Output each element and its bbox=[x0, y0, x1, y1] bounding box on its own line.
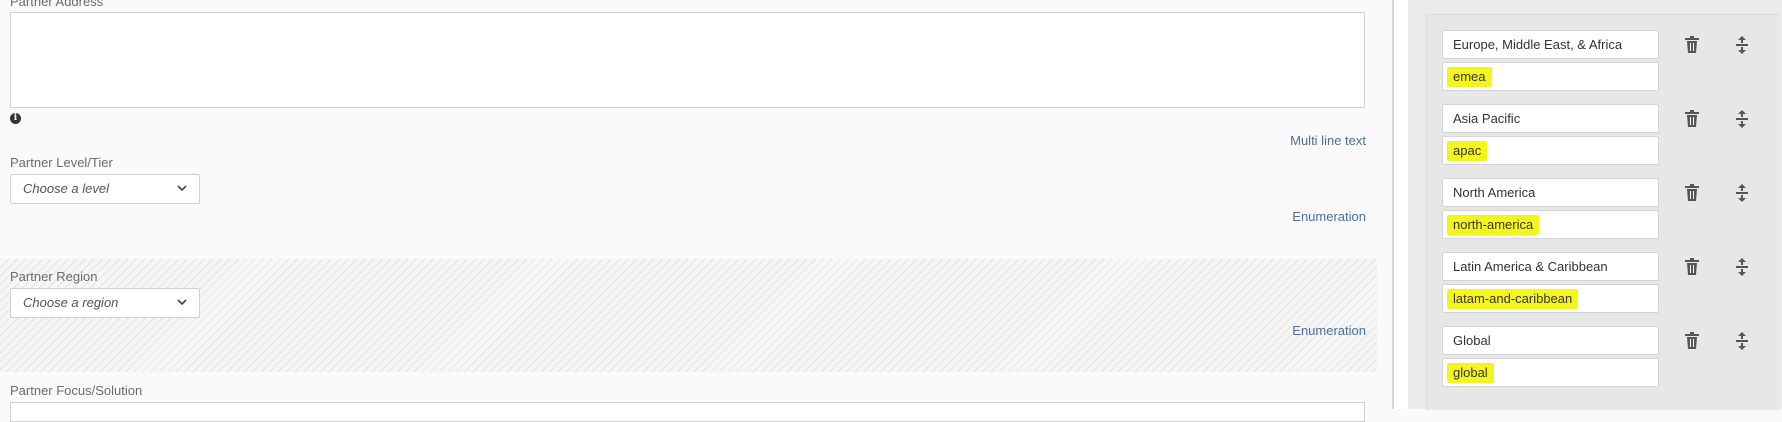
option-value-input[interactable]: north-america bbox=[1442, 210, 1659, 239]
drag-handle-icon[interactable] bbox=[1735, 257, 1749, 277]
region-label: Partner Region bbox=[10, 269, 98, 284]
option-name-input[interactable]: North America bbox=[1442, 178, 1659, 207]
focus-label: Partner Focus/Solution bbox=[10, 383, 143, 398]
option-value-text: emea bbox=[1447, 67, 1492, 87]
address-textarea[interactable] bbox=[10, 12, 1365, 108]
level-label: Partner Level/Tier bbox=[10, 155, 113, 170]
region-field-drag-area[interactable] bbox=[0, 259, 1377, 372]
option-name-text: Global bbox=[1453, 333, 1491, 348]
trash-icon[interactable] bbox=[1684, 110, 1700, 128]
region-select[interactable]: Choose a region bbox=[10, 288, 200, 318]
option-name-text: North America bbox=[1453, 185, 1536, 200]
option-value-text: global bbox=[1447, 363, 1494, 383]
option-value-text: apac bbox=[1447, 141, 1488, 161]
level-type-link[interactable]: Enumeration bbox=[1292, 209, 1366, 224]
address-label: Partner Address bbox=[10, 0, 104, 9]
option-value-input[interactable]: latam-and-caribbean bbox=[1442, 284, 1659, 313]
level-select-placeholder: Choose a level bbox=[23, 181, 109, 196]
trash-icon[interactable] bbox=[1684, 184, 1700, 202]
option-name-input[interactable]: Latin America & Caribbean bbox=[1442, 252, 1659, 281]
option-name-input[interactable]: Europe, Middle East, & Africa bbox=[1442, 30, 1659, 59]
address-type-link[interactable]: Multi line text bbox=[1290, 133, 1366, 148]
chevron-down-icon bbox=[177, 299, 187, 306]
focus-field[interactable] bbox=[10, 402, 1365, 422]
option-name-text: Asia Pacific bbox=[1453, 111, 1521, 126]
chevron-down-icon bbox=[177, 185, 187, 192]
trash-icon[interactable] bbox=[1684, 258, 1700, 276]
option-value-text: north-america bbox=[1447, 215, 1540, 235]
info-icon[interactable]: i bbox=[10, 113, 21, 124]
field-editor-pane: Partner Address i Multi line text Partne… bbox=[0, 0, 1392, 422]
drag-handle-icon[interactable] bbox=[1735, 35, 1749, 55]
option-name-input[interactable]: Global bbox=[1442, 326, 1659, 355]
trash-icon[interactable] bbox=[1684, 36, 1700, 54]
option-name-text: Europe, Middle East, & Africa bbox=[1453, 37, 1623, 52]
region-select-placeholder: Choose a region bbox=[23, 295, 119, 310]
trash-icon[interactable] bbox=[1684, 332, 1700, 350]
level-select[interactable]: Choose a level bbox=[10, 174, 200, 204]
drag-handle-icon[interactable] bbox=[1735, 331, 1749, 351]
option-value-input[interactable]: global bbox=[1442, 358, 1659, 387]
region-type-link[interactable]: Enumeration bbox=[1292, 323, 1366, 338]
drag-handle-icon[interactable] bbox=[1735, 183, 1749, 203]
option-name-input[interactable]: Asia Pacific bbox=[1442, 104, 1659, 133]
option-value-input[interactable]: apac bbox=[1442, 136, 1659, 165]
option-value-input[interactable]: emea bbox=[1442, 62, 1659, 91]
pane-gap bbox=[1394, 0, 1408, 409]
option-value-text: latam-and-caribbean bbox=[1447, 289, 1579, 309]
option-name-text: Latin America & Caribbean bbox=[1453, 259, 1608, 274]
drag-handle-icon[interactable] bbox=[1735, 109, 1749, 129]
